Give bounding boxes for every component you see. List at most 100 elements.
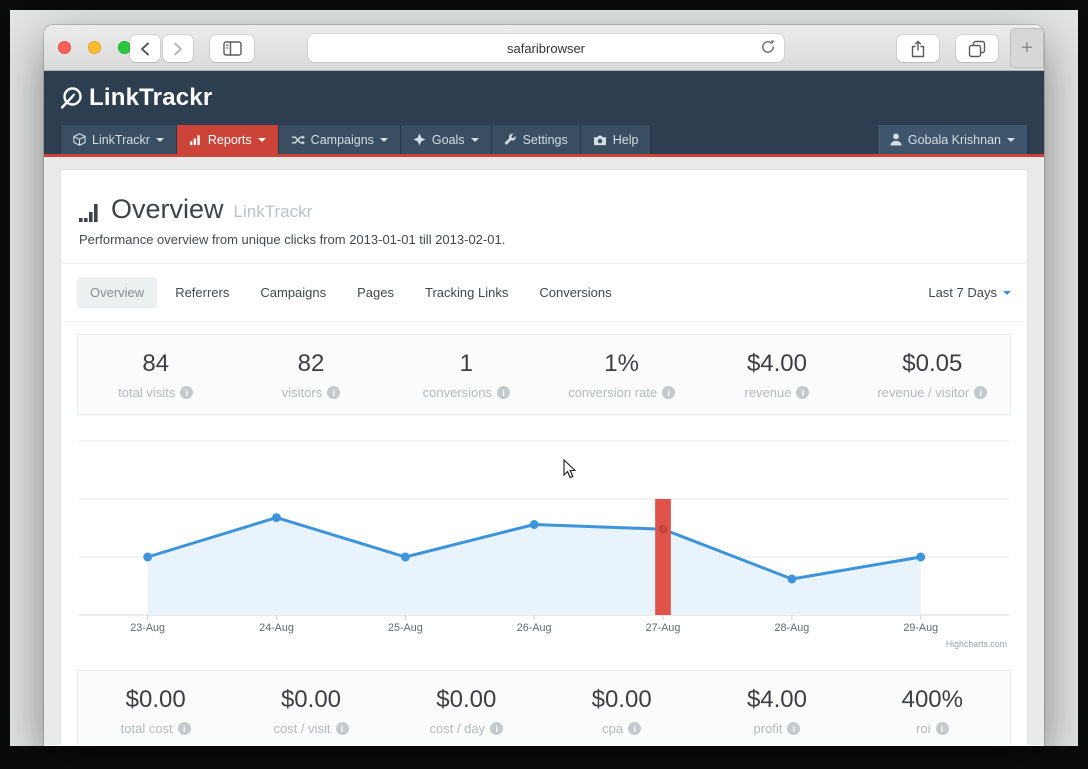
main-navigation: LinkTrackr Reports Campaigns Goals Setti… (44, 125, 1044, 157)
brand-name: LinkTrackr (89, 84, 213, 111)
visits-chart[interactable]: 23-Aug 24-Aug 25-Aug 26-Aug 27-Aug 28-Aug 29-A… (77, 421, 1011, 649)
signal-bars-icon (79, 204, 98, 222)
stat-label: profit i (699, 721, 854, 736)
info-icon[interactable]: i (787, 722, 801, 735)
nav-label: Reports (207, 132, 252, 147)
stat-value: $0.00 (125, 686, 186, 713)
area-fill (147, 517, 921, 615)
stat-revenue: $4.00 revenue i (699, 350, 854, 400)
help-camera-icon (593, 135, 606, 145)
data-point[interactable] (529, 520, 539, 529)
info-icon[interactable]: i (935, 722, 949, 735)
data-point[interactable] (400, 552, 410, 562)
sidebar-toggle-button[interactable] (210, 35, 254, 62)
mouse-cursor (563, 459, 577, 479)
chevron-down-icon (1007, 138, 1015, 142)
stat-value: 84 (142, 350, 170, 377)
info-icon[interactable]: i (177, 722, 191, 735)
highcharts-plot: 23-Aug 24-Aug 25-Aug 26-Aug 27-Aug 28-Aug 29-A… (78, 440, 1010, 649)
x-axis-label: 29-Aug (903, 622, 938, 634)
stat-label: cpa i (544, 721, 699, 736)
stat-conversion-rate: 1% conversion rate i (544, 350, 699, 400)
chevron-down-icon (1003, 291, 1011, 295)
stats-summary-bottom: $0.00 total cost i $0.00 cost / visit i $0.00 c… (77, 670, 1011, 745)
x-axis-label: 24-Aug (259, 622, 294, 634)
x-axis-label: 26-Aug (517, 622, 552, 634)
x-axis-label: 25-Aug (388, 622, 423, 634)
share-icon (911, 40, 925, 57)
address-bar-url: safaribrowser (506, 40, 586, 56)
web-page: LinkTrackr LinkTrackr Reports Campaigns (44, 71, 1044, 745)
report-tabs: Overview Referrers Campaigns Pages Tracking … (61, 264, 1027, 322)
brand-logo[interactable]: LinkTrackr (60, 84, 212, 112)
nav-item-reports[interactable]: Reports (176, 125, 279, 154)
nav-item-goals[interactable]: Goals (400, 125, 492, 154)
forward-button[interactable] (163, 35, 193, 62)
data-point-behind-column (658, 524, 668, 534)
tab-referrers[interactable]: Referrers (162, 277, 242, 308)
tab-overview[interactable]: Overview (77, 277, 158, 308)
close-window-button[interactable] (58, 41, 71, 54)
nav-label: Help (612, 132, 639, 147)
highcharts-credit[interactable]: Highcharts.com (946, 639, 1007, 649)
info-icon[interactable]: i (490, 722, 504, 735)
user-menu[interactable]: Gobala Krishnan (876, 125, 1028, 154)
nav-item-campaigns[interactable]: Campaigns (278, 125, 401, 154)
info-icon[interactable]: i (335, 722, 349, 735)
stat-label: revenue / visitor i (855, 385, 1010, 400)
nav-label: Campaigns (310, 132, 374, 147)
user-name: Gobala Krishnan (907, 132, 1001, 147)
date-range-selector[interactable]: Last 7 Days (928, 285, 1011, 300)
wrench-icon (504, 133, 516, 145)
info-icon[interactable]: i (662, 386, 676, 399)
share-button[interactable] (897, 35, 939, 62)
tab-tracking-links[interactable]: Tracking Links (412, 277, 521, 308)
back-button[interactable] (130, 35, 160, 62)
reload-button[interactable] (760, 39, 776, 58)
nav-item-linktrackr[interactable]: LinkTrackr (60, 125, 177, 154)
info-icon[interactable]: i (180, 386, 194, 399)
x-axis-label: 28-Aug (775, 622, 810, 634)
tab-campaigns[interactable]: Campaigns (247, 277, 339, 308)
nav-item-settings[interactable]: Settings (491, 125, 581, 154)
info-icon[interactable]: i (974, 386, 988, 399)
new-tab-plus: + (1021, 36, 1033, 59)
desktop-background: safaribrowser + LinkTrackr LinkTrackr Re… (10, 10, 1078, 746)
info-icon[interactable]: i (327, 386, 341, 399)
tab-pages[interactable]: Pages (344, 277, 407, 308)
stat-conversions: 1 conversions i (389, 350, 544, 400)
report-header: Overview LinkTrackr Performance overview… (61, 170, 1027, 264)
stat-value: $0.00 (591, 686, 652, 713)
new-tab-button[interactable]: + (1010, 28, 1044, 68)
address-bar[interactable]: safaribrowser (308, 34, 784, 62)
tab-overview-button[interactable] (956, 35, 998, 62)
page-content: Overview LinkTrackr Performance overview… (44, 157, 1044, 745)
info-icon[interactable]: i (497, 386, 510, 399)
site-header: LinkTrackr (44, 71, 1044, 125)
tabs-icon (968, 40, 986, 57)
stat-label: conversions i (389, 385, 544, 400)
stat-label: visitors i (233, 385, 388, 400)
data-point[interactable] (916, 552, 926, 562)
stat-label: revenue i (699, 385, 854, 400)
highlight-column[interactable] (655, 499, 671, 615)
tabs-container: Overview Referrers Campaigns Pages Tracking … (77, 277, 630, 308)
chevron-down-icon (155, 138, 164, 142)
stat-cost-day: $0.00 cost / day i (389, 686, 544, 736)
sidebar-icon (222, 41, 242, 56)
data-point[interactable] (272, 513, 281, 523)
nav-item-help[interactable]: Help (580, 125, 652, 154)
stat-total-cost: $0.00 total cost i (78, 686, 233, 736)
data-point[interactable] (143, 552, 153, 562)
stat-label: cost / visit i (233, 721, 388, 736)
tab-conversions[interactable]: Conversions (526, 277, 624, 308)
info-icon[interactable]: i (628, 722, 642, 735)
info-icon[interactable]: i (796, 386, 810, 399)
stat-roi: 400% roi i (855, 686, 1010, 736)
data-point[interactable] (787, 574, 797, 584)
stat-value: 82 (297, 350, 325, 377)
stat-value: $4.00 (746, 686, 807, 713)
stat-revenue-visitor: $0.05 revenue / visitor i (855, 350, 1010, 400)
browser-window: safaribrowser + LinkTrackr LinkTrackr Re… (44, 25, 1044, 746)
minimize-window-button[interactable] (88, 41, 101, 54)
